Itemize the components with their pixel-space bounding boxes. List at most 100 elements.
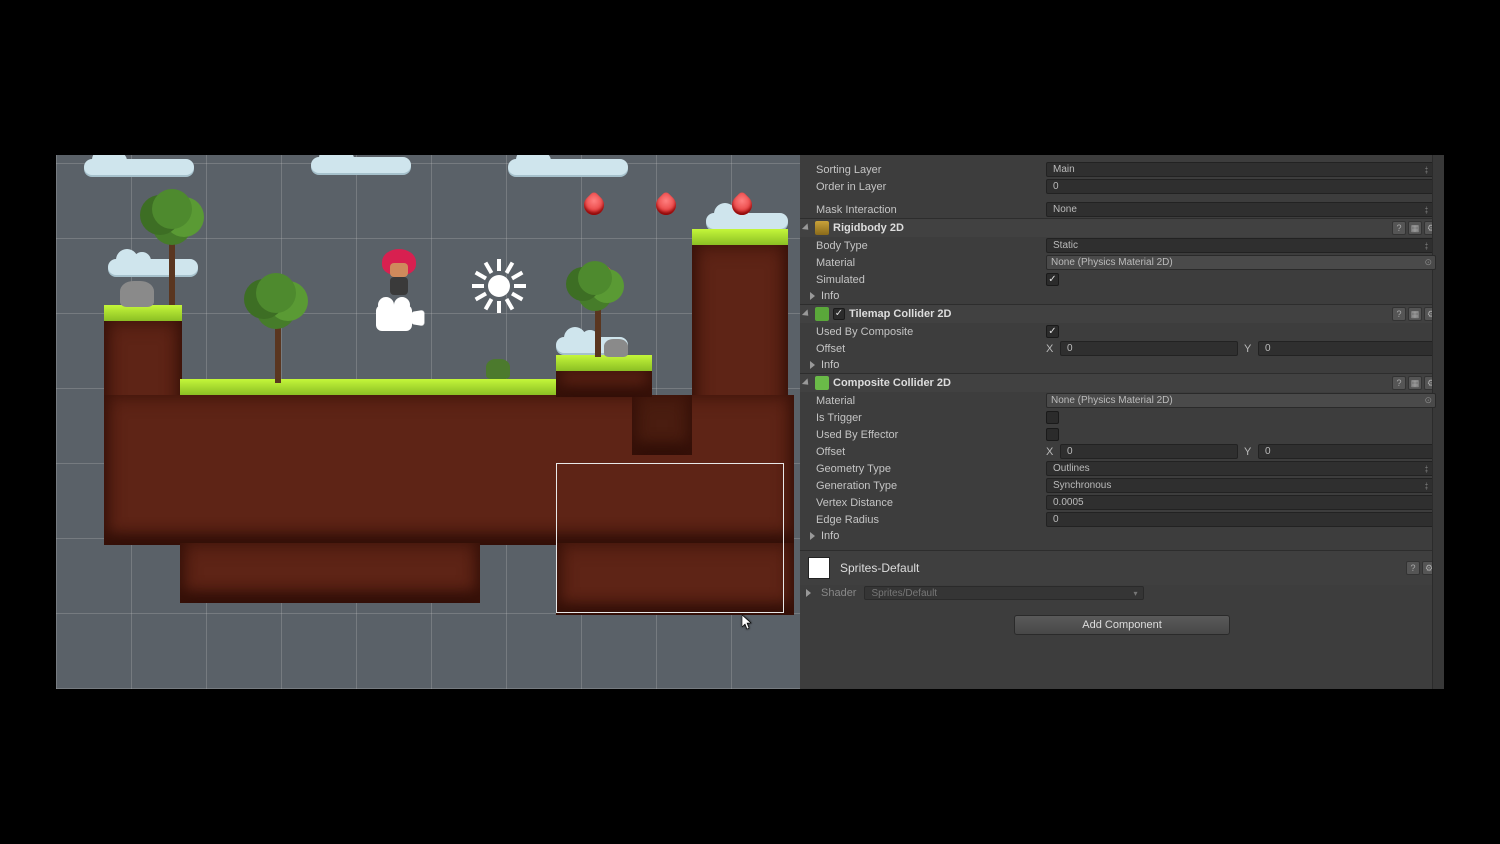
preset-icon[interactable]: ▦ xyxy=(1408,221,1422,235)
rigidbody2d-title: Rigidbody 2D xyxy=(833,222,904,234)
preset-icon[interactable]: ▦ xyxy=(1408,376,1422,390)
cloud-sprite xyxy=(706,213,788,229)
vertex-distance-field[interactable]: 0.0005 xyxy=(1046,495,1436,510)
geometry-type-row: Geometry Type Outlines xyxy=(800,460,1444,477)
generation-type-label: Generation Type xyxy=(814,480,1046,492)
material-name: Sprites-Default xyxy=(840,561,1396,575)
foldout-icon[interactable] xyxy=(806,589,811,597)
help-icon[interactable]: ? xyxy=(1392,376,1406,390)
body-type-label: Body Type xyxy=(814,240,1046,252)
bush-sprite xyxy=(486,359,510,379)
shader-row: Shader Sprites/Default xyxy=(800,585,1444,601)
cc-info-label: Info xyxy=(821,530,839,542)
foldout-icon[interactable] xyxy=(802,223,811,232)
simulated-row: Simulated xyxy=(800,271,1444,288)
rock-sprite xyxy=(604,339,628,357)
cursor-icon xyxy=(742,615,754,631)
mask-interaction-dropdown[interactable]: None xyxy=(1046,202,1436,217)
foldout-icon[interactable] xyxy=(802,378,811,387)
y-label: Y xyxy=(1244,343,1254,355)
tc-info-row[interactable]: Info xyxy=(800,357,1444,373)
tc-offset-y-field[interactable]: 0 xyxy=(1258,341,1436,356)
generation-type-dropdown[interactable]: Synchronous xyxy=(1046,478,1436,493)
edge-radius-field[interactable]: 0 xyxy=(1046,512,1436,527)
used-by-composite-label: Used By Composite xyxy=(814,326,1046,338)
cc-material-row: Material None (Physics Material 2D) xyxy=(800,392,1444,409)
tc-offset-row: Offset X0 Y0 xyxy=(800,340,1444,357)
tile-dirt xyxy=(556,371,652,397)
foldout-icon[interactable] xyxy=(810,292,815,300)
tc-offset-label: Offset xyxy=(814,343,1046,355)
scrollbar[interactable] xyxy=(1432,155,1444,689)
edge-radius-label: Edge Radius xyxy=(814,514,1046,526)
used-by-effector-row: Used By Effector xyxy=(800,426,1444,443)
composite-collider-header[interactable]: Composite Collider 2D ? ▦ ⚙ xyxy=(800,373,1444,392)
geometry-type-label: Geometry Type xyxy=(814,463,1046,475)
preset-icon[interactable]: ▦ xyxy=(1408,307,1422,321)
used-by-effector-checkbox[interactable] xyxy=(1046,428,1059,441)
rb-material-field[interactable]: None (Physics Material 2D) xyxy=(1046,255,1436,270)
sorting-layer-row: Sorting Layer Main xyxy=(800,161,1444,178)
help-icon[interactable]: ? xyxy=(1392,307,1406,321)
shader-dropdown[interactable]: Sprites/Default xyxy=(864,586,1144,600)
cloud-sprite xyxy=(84,159,194,175)
tile-dirt-dark xyxy=(632,395,692,455)
player-sprite xyxy=(382,249,418,301)
cc-offset-x-field[interactable]: 0 xyxy=(1060,444,1238,459)
rigidbody2d-header[interactable]: Rigidbody 2D ? ▦ ⚙ xyxy=(800,218,1444,237)
used-by-composite-row: Used By Composite xyxy=(800,323,1444,340)
y-label: Y xyxy=(1244,446,1254,458)
x-label: X xyxy=(1046,343,1056,355)
sorting-layer-label: Sorting Layer xyxy=(814,164,1046,176)
rb-info-label: Info xyxy=(821,290,839,302)
tilemap-collider-icon xyxy=(815,307,829,321)
selection-rect xyxy=(556,463,784,613)
mask-interaction-label: Mask Interaction xyxy=(814,204,1046,216)
body-type-dropdown[interactable]: Static xyxy=(1046,238,1436,253)
order-in-layer-label: Order in Layer xyxy=(814,181,1046,193)
edge-radius-row: Edge Radius 0 xyxy=(800,511,1444,528)
tc-info-label: Info xyxy=(821,359,839,371)
tree-sprite xyxy=(248,273,308,383)
help-icon[interactable]: ? xyxy=(1392,221,1406,235)
cc-offset-label: Offset xyxy=(814,446,1046,458)
tilemap-collider-header[interactable]: Tilemap Collider 2D ? ▦ ⚙ xyxy=(800,304,1444,323)
is-trigger-label: Is Trigger xyxy=(814,412,1046,424)
foldout-icon[interactable] xyxy=(810,532,815,540)
cc-info-row[interactable]: Info xyxy=(800,528,1444,544)
sorting-layer-dropdown[interactable]: Main xyxy=(1046,162,1436,177)
vertex-distance-label: Vertex Distance xyxy=(814,497,1046,509)
vertex-distance-row: Vertex Distance 0.0005 xyxy=(800,494,1444,511)
help-icon[interactable]: ? xyxy=(1406,561,1420,575)
foldout-icon[interactable] xyxy=(802,309,811,318)
cc-offset-y-field[interactable]: 0 xyxy=(1258,444,1436,459)
used-by-composite-checkbox[interactable] xyxy=(1046,325,1059,338)
rigidbody-icon xyxy=(815,221,829,235)
is-trigger-row: Is Trigger xyxy=(800,409,1444,426)
order-in-layer-field[interactable]: 0 xyxy=(1046,179,1436,194)
shader-label: Shader xyxy=(821,587,856,599)
material-preview-icon xyxy=(808,557,830,579)
generation-type-row: Generation Type Synchronous xyxy=(800,477,1444,494)
editor-window: Sorting Layer Main Order in Layer 0 Mask… xyxy=(56,155,1444,689)
cc-offset-row: Offset X0 Y0 xyxy=(800,443,1444,460)
rb-info-row[interactable]: Info xyxy=(800,288,1444,304)
rb-material-row: Material None (Physics Material 2D) xyxy=(800,254,1444,271)
geometry-type-dropdown[interactable]: Outlines xyxy=(1046,461,1436,476)
tilemap-collider-enabled-checkbox[interactable] xyxy=(833,308,845,320)
composite-collider-icon xyxy=(815,376,829,390)
camera-gizmo-icon[interactable] xyxy=(376,297,426,333)
scene-view[interactable] xyxy=(56,155,800,689)
tilemap-collider-title: Tilemap Collider 2D xyxy=(849,308,952,320)
cc-material-field[interactable]: None (Physics Material 2D) xyxy=(1046,393,1436,408)
is-trigger-checkbox[interactable] xyxy=(1046,411,1059,424)
material-header[interactable]: Sprites-Default ? ⚙ xyxy=(800,550,1444,585)
tc-offset-x-field[interactable]: 0 xyxy=(1060,341,1238,356)
tile-dirt xyxy=(180,543,480,603)
rb-material-label: Material xyxy=(814,257,1046,269)
light-gizmo-icon[interactable] xyxy=(474,261,524,311)
foldout-icon[interactable] xyxy=(810,361,815,369)
body-type-row: Body Type Static xyxy=(800,237,1444,254)
add-component-button[interactable]: Add Component xyxy=(1014,615,1230,635)
simulated-checkbox[interactable] xyxy=(1046,273,1059,286)
